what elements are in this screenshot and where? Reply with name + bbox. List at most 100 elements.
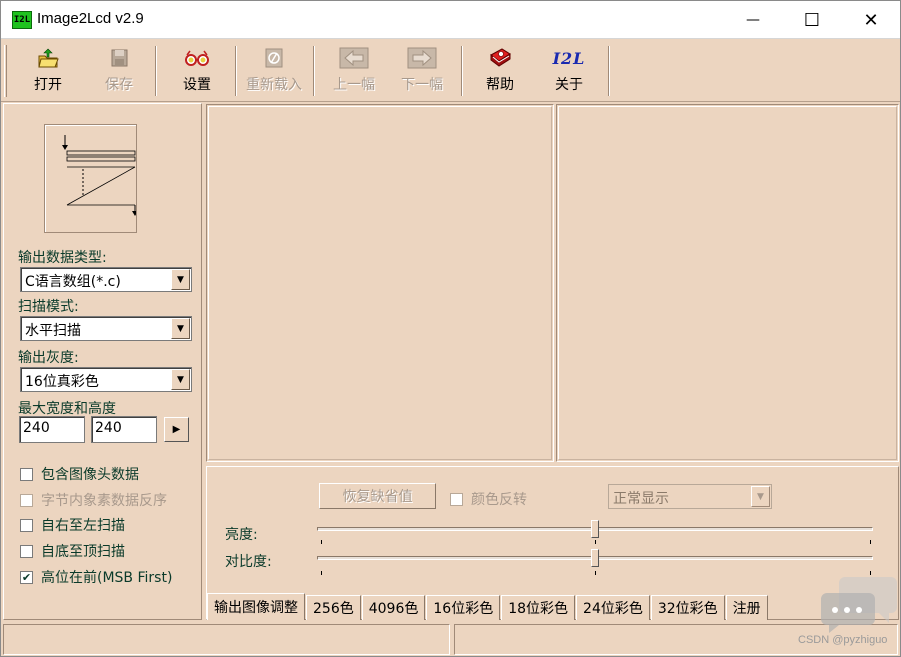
tab-256-color[interactable]: 256色	[306, 595, 361, 620]
reload-icon	[265, 46, 283, 70]
chevron-down-icon[interactable]: ▼	[171, 369, 190, 390]
about-label: 关于	[555, 77, 583, 93]
help-button[interactable]: 帮助	[484, 46, 516, 98]
reverse-bits-label: 字节内象素数据反序	[41, 493, 167, 509]
brightness-slider-thumb[interactable]	[591, 520, 599, 538]
pane-inner	[208, 106, 552, 460]
bottom-to-top-label: 自底至顶扫描	[41, 544, 125, 560]
about-button[interactable]: I2L 关于	[553, 46, 585, 98]
next-label: 下一幅	[401, 77, 443, 93]
output-type-select[interactable]: C语言数组(*.c) ▼	[20, 267, 192, 292]
max-width-input[interactable]: 240	[19, 416, 85, 443]
apply-size-button[interactable]: ▶	[164, 417, 189, 442]
invert-color-checkbox[interactable]: 颜色反转	[450, 489, 527, 509]
scan-preview	[44, 124, 138, 233]
toolbar-separator	[313, 46, 315, 96]
slider-tick	[870, 540, 871, 544]
scan-mode-value: 水平扫描	[25, 323, 81, 339]
checkbox-box[interactable]	[450, 492, 463, 506]
checkmark-icon: ✔	[21, 570, 32, 584]
window-title: Image2Lcd v2.9	[37, 10, 144, 27]
right-to-left-checkbox[interactable]: 自右至左扫描	[20, 515, 125, 535]
tab-32bit-color[interactable]: 32位彩色	[650, 595, 725, 620]
minimize-button[interactable]: —	[724, 1, 782, 39]
scan-direction-diagram	[62, 135, 138, 216]
tab-strip: 输出图像调整 256色 4096色 16位彩色 18位彩色 24位彩色 32位彩…	[207, 593, 769, 620]
header-data-checkbox[interactable]: 包含图像头数据	[20, 464, 139, 484]
reverse-bits-checkbox[interactable]: 字节内象素数据反序	[20, 490, 167, 510]
slider-tick	[321, 540, 322, 544]
display-mode-select[interactable]: 正常显示 ▼	[608, 484, 772, 509]
about-icon-text: I2L	[552, 48, 586, 68]
checkbox-box[interactable]	[20, 518, 33, 532]
slider-tick	[595, 540, 596, 544]
gray-label: 输出灰度:	[18, 350, 79, 366]
app-icon: I2L	[12, 11, 32, 29]
scan-mode-label: 扫描模式:	[18, 299, 79, 315]
close-button[interactable]: ✕	[842, 1, 900, 39]
msb-first-checkbox[interactable]: ✔ 高位在前(MSB First)	[20, 567, 172, 587]
checkbox-box[interactable]	[20, 467, 33, 481]
toolbar-separator	[461, 46, 463, 96]
scan-mode-select[interactable]: 水平扫描 ▼	[20, 316, 192, 341]
open-button[interactable]: 打开	[27, 46, 69, 98]
close-icon: ✕	[863, 9, 879, 31]
help-label: 帮助	[486, 77, 514, 93]
minimize-icon: —	[746, 12, 760, 28]
save-label: 保存	[105, 77, 133, 93]
chat-bubble-watermark-icon	[821, 577, 897, 633]
next-icon	[407, 46, 437, 70]
title-bar[interactable]: I2L Image2Lcd v2.9 — ☐ ✕	[1, 1, 900, 39]
save-icon	[109, 46, 129, 70]
source-image-pane[interactable]	[206, 104, 554, 462]
settings-button[interactable]: 设置	[176, 46, 218, 98]
checkbox-box[interactable]: ✔	[20, 570, 33, 584]
contrast-label: 对比度:	[225, 554, 272, 570]
output-type-value: C语言数组(*.c)	[25, 274, 121, 290]
brightness-label: 亮度:	[225, 527, 258, 543]
toolbar-separator	[155, 46, 157, 96]
play-arrow-icon: ▶	[172, 424, 181, 435]
toolbar-separator	[608, 46, 610, 96]
chevron-down-icon[interactable]: ▼	[171, 269, 190, 290]
tab-register[interactable]: 注册	[725, 595, 768, 620]
settings-panel: 输出数据类型: C语言数组(*.c) ▼ 扫描模式: 水平扫描 ▼ 输出灰度: …	[3, 103, 202, 620]
reload-button[interactable]: 重新载入	[244, 46, 304, 98]
tab-4096-color[interactable]: 4096色	[361, 595, 426, 620]
settings-glasses-icon	[184, 46, 210, 70]
invert-color-label: 颜色反转	[471, 492, 527, 508]
bottom-to-top-checkbox[interactable]: 自底至顶扫描	[20, 541, 125, 561]
gray-value: 16位真彩色	[25, 374, 99, 390]
contrast-slider-thumb[interactable]	[591, 549, 599, 567]
size-label: 最大宽度和高度	[18, 401, 116, 417]
maximize-icon: ☐	[803, 9, 821, 31]
output-type-label: 输出数据类型:	[18, 250, 107, 266]
tab-18bit-color[interactable]: 18位彩色	[501, 595, 576, 620]
checkbox-box[interactable]	[20, 493, 33, 507]
slider-tick	[321, 571, 322, 575]
right-to-left-label: 自右至左扫描	[41, 518, 125, 534]
checkbox-box[interactable]	[20, 544, 33, 558]
toolbar-grip[interactable]	[4, 45, 7, 97]
previous-button[interactable]: 上一幅	[330, 46, 378, 98]
display-mode-value: 正常显示	[613, 491, 669, 507]
open-label: 打开	[34, 77, 62, 93]
tab-24bit-color[interactable]: 24位彩色	[576, 595, 650, 620]
chevron-down-icon[interactable]: ▼	[751, 486, 770, 507]
next-button[interactable]: 下一幅	[398, 46, 446, 98]
header-data-label: 包含图像头数据	[41, 467, 139, 483]
max-height-input[interactable]: 240	[91, 416, 157, 443]
tab-16bit-color[interactable]: 16位彩色	[426, 595, 501, 620]
status-bar-left	[3, 624, 450, 655]
reload-label: 重新载入	[246, 77, 302, 93]
toolbar-separator	[235, 46, 237, 96]
tab-output-adjust[interactable]: 输出图像调整	[207, 593, 305, 620]
toolbar: 打开 保存 设置 重新载入 上一幅 下一幅 帮助 I2L 关于	[1, 40, 900, 102]
help-book-icon	[488, 46, 512, 70]
restore-default-button[interactable]: 恢复缺省值	[319, 483, 436, 509]
chevron-down-icon[interactable]: ▼	[171, 318, 190, 339]
save-button[interactable]: 保存	[98, 46, 140, 98]
output-image-pane[interactable]	[556, 104, 899, 462]
maximize-button[interactable]: ☐	[783, 1, 841, 39]
gray-select[interactable]: 16位真彩色 ▼	[20, 367, 192, 392]
